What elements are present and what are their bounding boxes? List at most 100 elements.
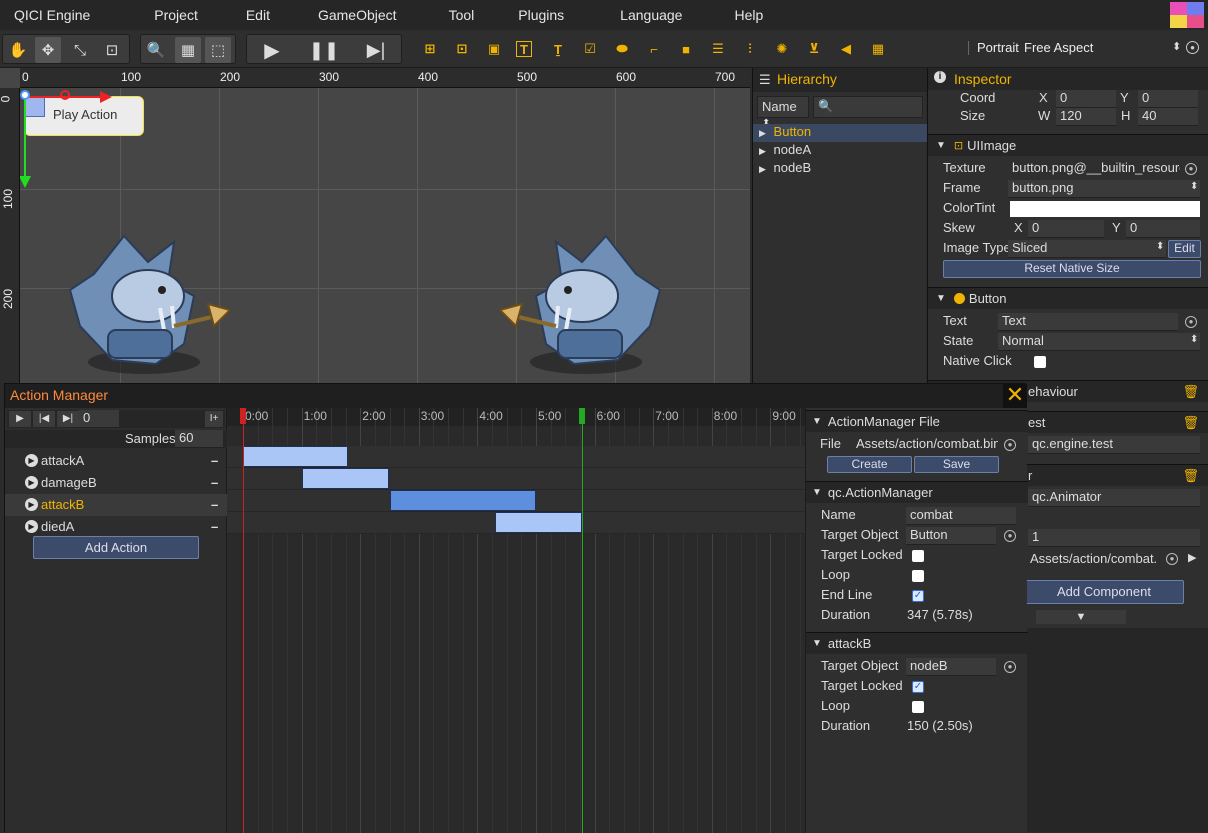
action-manager-titlebar[interactable]: Action Manager: [5, 384, 1027, 408]
particle-icon[interactable]: ✺: [772, 39, 792, 59]
list-icon[interactable]: ☰: [708, 39, 728, 59]
play-icon[interactable]: ▶: [9, 411, 31, 427]
close-icon[interactable]: ✕: [1003, 384, 1027, 408]
hand-tool-icon[interactable]: ✋: [5, 37, 31, 63]
grid-icon[interactable]: ▦: [175, 37, 201, 63]
sprite-icon[interactable]: ■: [676, 39, 696, 59]
play-icon[interactable]: ▶: [1188, 551, 1196, 564]
remove-icon[interactable]: –: [211, 519, 218, 534]
timeline-panel[interactable]: 0:00 1:00 2:00 3:00 4:00 5:00 6:00 7:00 8:00 9:00: [227, 408, 805, 833]
menu-plugins[interactable]: Plugins: [504, 7, 564, 23]
text-picker-icon[interactable]: ●: [1185, 316, 1197, 328]
size-w-input[interactable]: 120: [1056, 108, 1116, 126]
action-target-picker-icon[interactable]: ●: [1004, 661, 1016, 673]
menu-tool[interactable]: Tool: [435, 7, 475, 23]
menu-gameobject[interactable]: GameObject: [304, 7, 397, 23]
save-button[interactable]: Save: [914, 456, 999, 473]
toggle-icon[interactable]: ☑: [580, 39, 600, 59]
state-select[interactable]: Normal: [998, 333, 1200, 351]
menu-edit[interactable]: Edit: [232, 7, 270, 23]
remove-icon[interactable]: –: [211, 497, 218, 512]
frame-input[interactable]: 0: [79, 410, 119, 428]
end-marker[interactable]: [578, 408, 585, 424]
to-end-icon[interactable]: ▶|: [57, 411, 79, 427]
pivot-handle[interactable]: [20, 90, 30, 100]
delete-icon[interactable]: 🗑: [1182, 384, 1199, 400]
add-action-button[interactable]: Add Action: [33, 536, 199, 559]
expand-arrow-icon[interactable]: ▶: [759, 164, 766, 174]
hierarchy-item-nodeB[interactable]: ▶ nodeB: [753, 160, 927, 178]
uiimage-section-header[interactable]: ▼ ⊡ UIImage: [928, 134, 1208, 156]
action-row-damageB[interactable]: ▶ damageB –: [5, 472, 227, 494]
text-icon[interactable]: T: [516, 41, 532, 57]
action-row-attackA[interactable]: ▶ attackA –: [5, 450, 227, 472]
scroll-down-icon[interactable]: ▼: [1036, 610, 1126, 624]
hierarchy-tab[interactable]: ☰ Hierarchy: [753, 68, 927, 92]
menu-project[interactable]: Project: [140, 7, 198, 23]
frame-select[interactable]: button.png: [1008, 180, 1200, 198]
hierarchy-item-nodeA[interactable]: ▶ nodeA: [753, 142, 927, 160]
remove-icon[interactable]: –: [211, 453, 218, 468]
anchor-handle[interactable]: [25, 97, 45, 117]
collapse-arrow-icon[interactable]: ▼: [812, 416, 822, 427]
edit-button[interactable]: Edit: [1168, 240, 1201, 258]
skew-x-input[interactable]: 0: [1028, 220, 1104, 238]
sound-icon[interactable]: ◀: [836, 39, 856, 59]
skew-y-input[interactable]: 0: [1126, 220, 1200, 238]
collapse-arrow-icon[interactable]: ▼: [936, 293, 946, 304]
node-icon[interactable]: ⊞: [420, 39, 440, 59]
play-icon[interactable]: ▶: [259, 37, 285, 63]
expand-arrow-icon[interactable]: ▶: [759, 128, 766, 138]
action-clip-diedA[interactable]: [494, 512, 582, 533]
collapse-arrow-icon[interactable]: ▼: [812, 638, 822, 649]
text-field[interactable]: Text: [998, 313, 1178, 331]
imagetype-select[interactable]: Sliced: [1008, 240, 1166, 258]
file-field[interactable]: Assets/action/combat.bin: [852, 436, 998, 454]
slider-icon[interactable]: ⫶: [740, 39, 760, 59]
file-picker-icon[interactable]: ●: [1004, 439, 1016, 451]
play-action-button[interactable]: Play Action: [24, 96, 144, 136]
play-action-icon[interactable]: ▶: [25, 520, 38, 533]
scene-view[interactable]: Play Action: [0, 68, 750, 384]
monster-nodeA[interactable]: [64, 234, 230, 380]
play-action-icon[interactable]: ▶: [25, 476, 38, 489]
expand-arrow-icon[interactable]: ▶: [759, 146, 766, 156]
samples-input[interactable]: 60: [175, 430, 223, 448]
delete-icon[interactable]: 🗑: [1182, 468, 1199, 484]
animator-value-field[interactable]: 1: [1028, 529, 1200, 547]
settings-icon[interactable]: ●: [1186, 41, 1199, 54]
select-icon[interactable]: ⬚: [205, 37, 231, 63]
zoom-icon[interactable]: 🔍: [143, 37, 169, 63]
menu-engine[interactable]: QICI Engine: [0, 7, 90, 23]
button-section-header[interactable]: ▼ Button: [928, 287, 1208, 309]
animator-action-file[interactable]: Assets/action/combat.: [1030, 551, 1157, 566]
action-clip-attackB[interactable]: [389, 490, 536, 511]
move-tool-icon[interactable]: ✥: [35, 37, 61, 63]
manager-section-header[interactable]: ▼ qc.ActionManager: [806, 481, 1028, 503]
dropdown-icon[interactable]: ⊻: [804, 39, 824, 59]
collapse-arrow-icon[interactable]: ▼: [936, 140, 946, 151]
start-marker[interactable]: [240, 408, 246, 424]
target-locked-checkbox[interactable]: [912, 550, 924, 562]
menu-help[interactable]: Help: [720, 7, 763, 23]
test-script-field[interactable]: qc.engine.test: [1028, 436, 1200, 454]
y-axis-gizmo[interactable]: [24, 96, 26, 184]
play-action-icon[interactable]: ▶: [25, 454, 38, 467]
scale-tool-icon[interactable]: ⤡: [67, 37, 93, 63]
size-h-input[interactable]: 40: [1138, 108, 1198, 126]
loop-checkbox[interactable]: [912, 570, 924, 582]
action-clip-attackA[interactable]: [243, 446, 349, 467]
rotate-handle[interactable]: [60, 90, 70, 100]
target-field[interactable]: Button: [906, 527, 996, 545]
texture-field[interactable]: button.png@__builtin_resource: [1008, 160, 1180, 178]
menu-language[interactable]: Language: [606, 7, 682, 23]
action-row-attackB[interactable]: ▶ attackB –: [5, 494, 227, 516]
coord-y-input[interactable]: 0: [1138, 90, 1198, 108]
texture-picker-icon[interactable]: ●: [1185, 163, 1197, 175]
action-section-header[interactable]: ▼ attackB: [806, 632, 1028, 654]
native-click-checkbox[interactable]: [1034, 356, 1046, 368]
target-picker-icon[interactable]: ●: [1004, 530, 1016, 542]
action-target-field[interactable]: nodeB: [906, 658, 996, 676]
uitext-icon[interactable]: Ṯ: [548, 39, 568, 59]
filter-select[interactable]: Name ⬍: [757, 96, 809, 129]
